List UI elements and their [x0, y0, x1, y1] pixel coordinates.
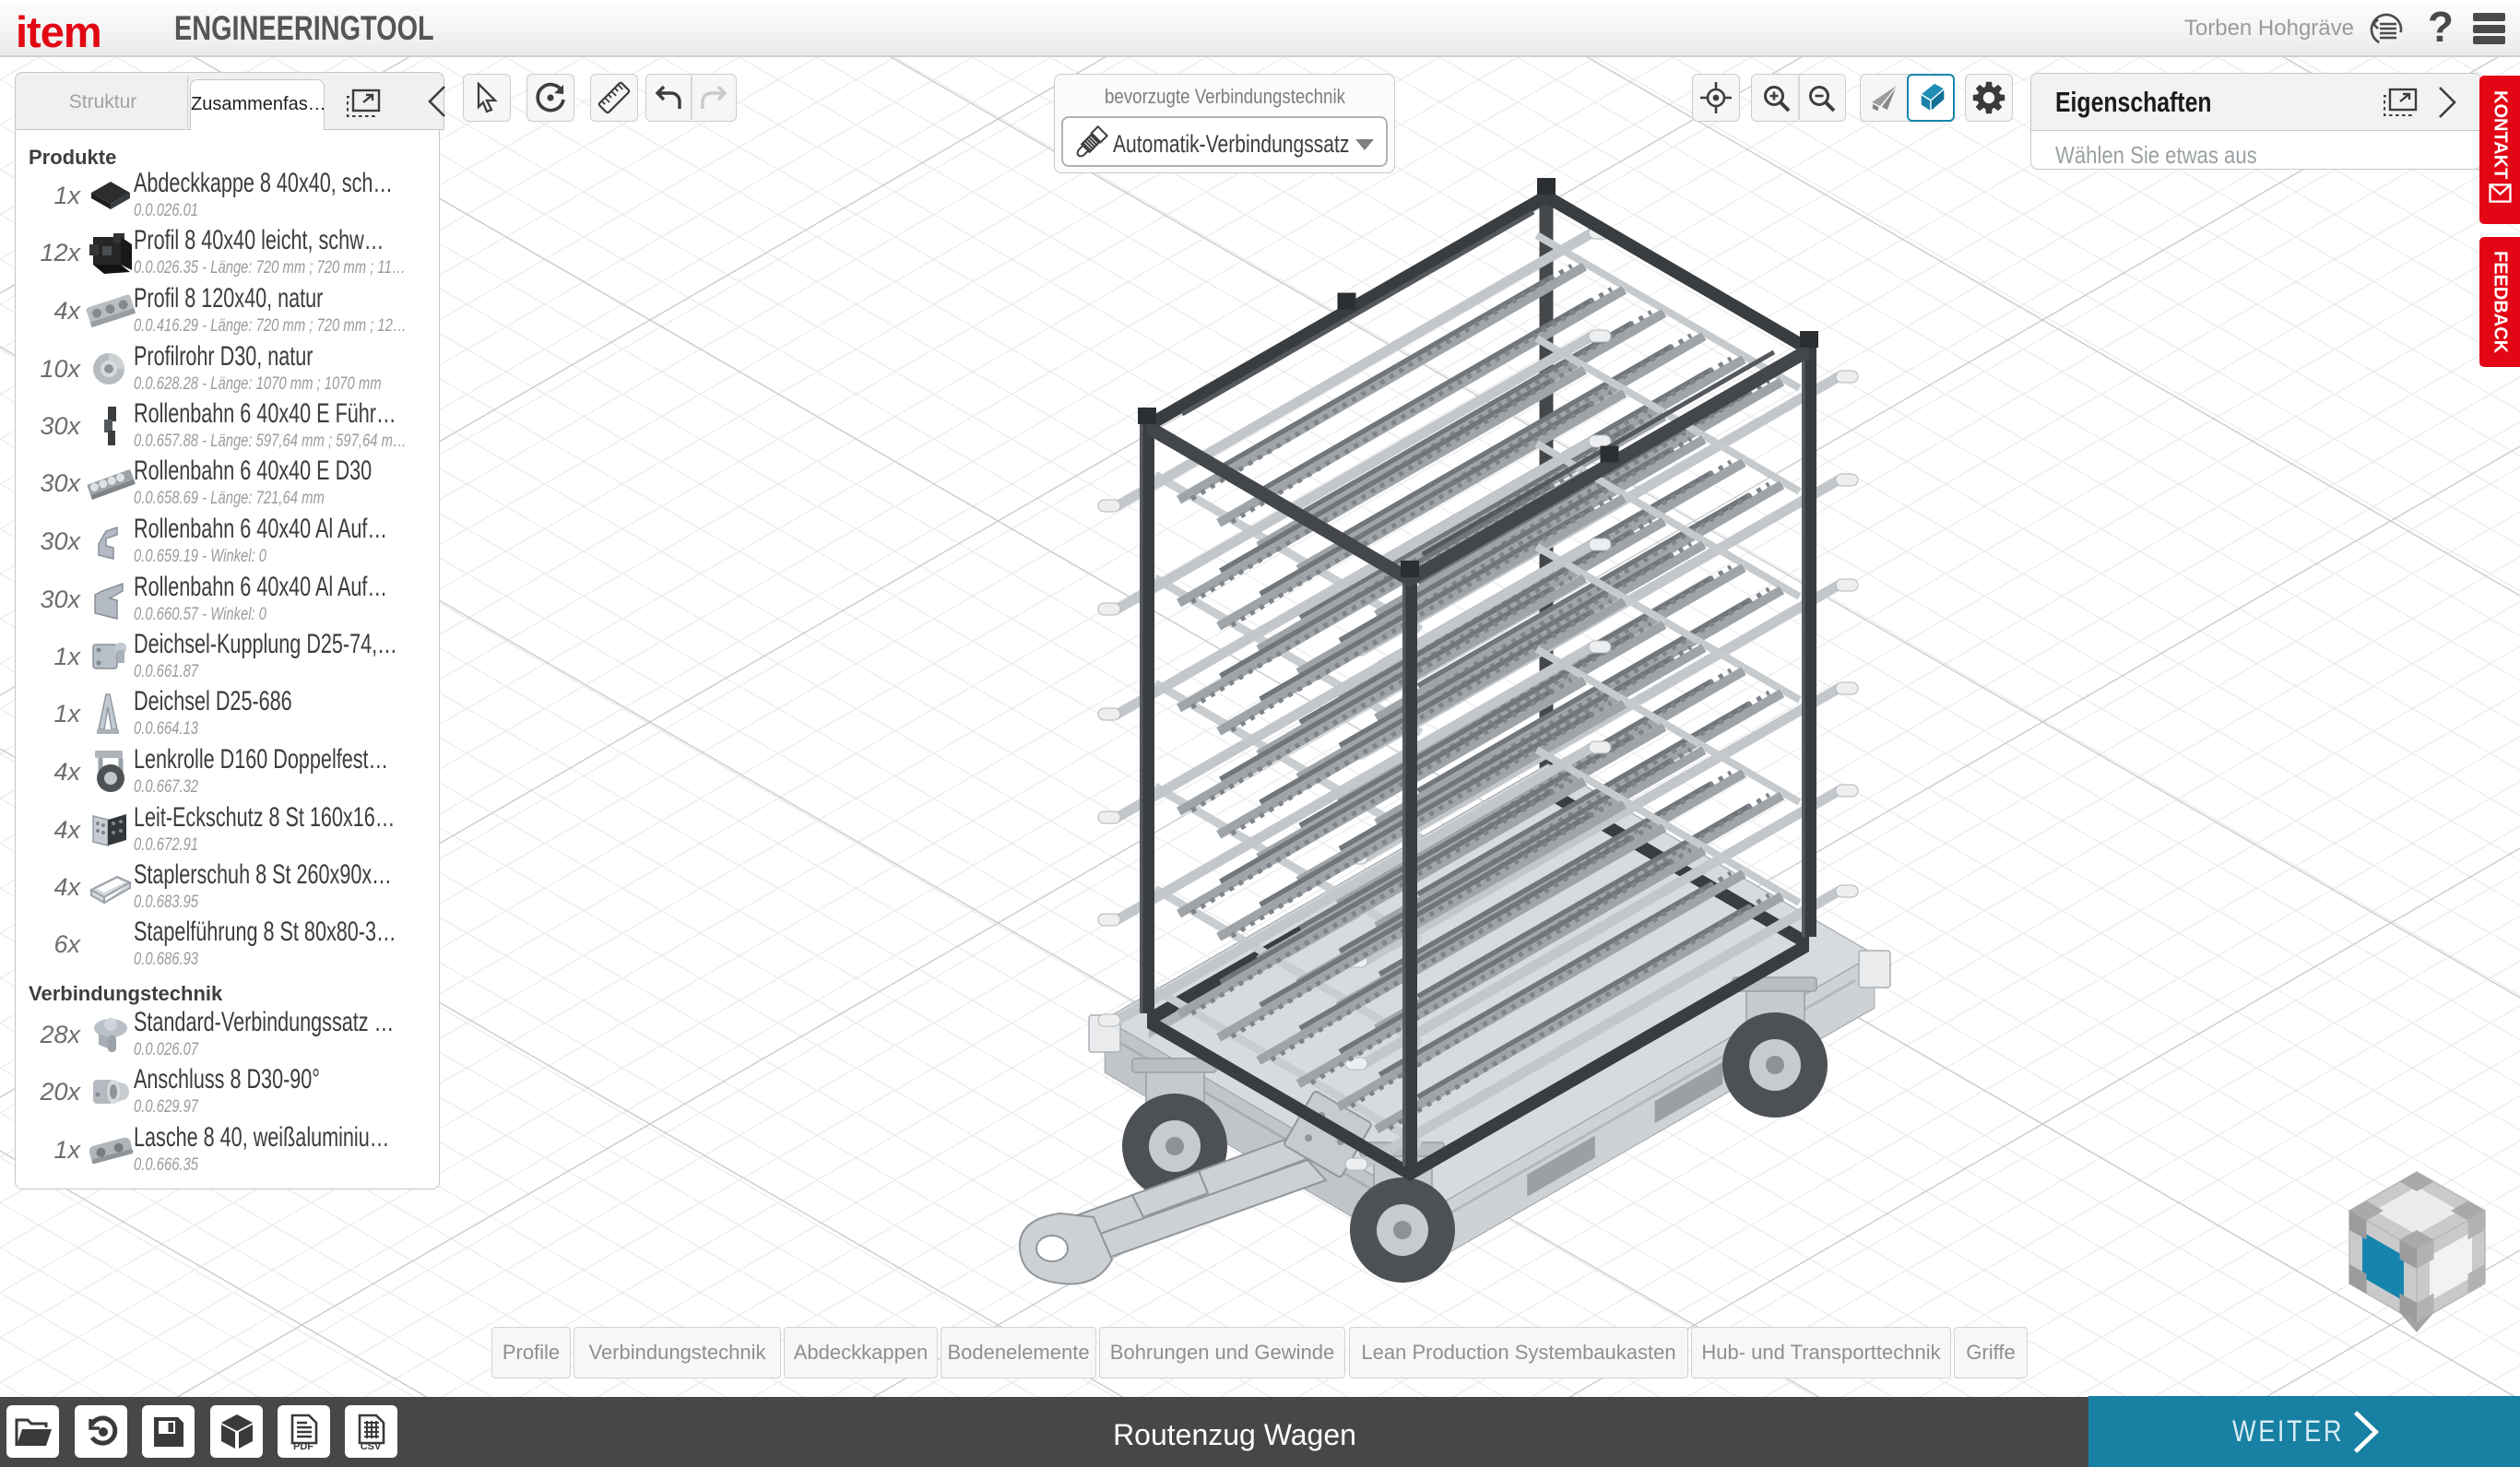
- svg-text:PDF: PDF: [293, 1441, 314, 1450]
- svg-text:CSV: CSV: [360, 1441, 381, 1450]
